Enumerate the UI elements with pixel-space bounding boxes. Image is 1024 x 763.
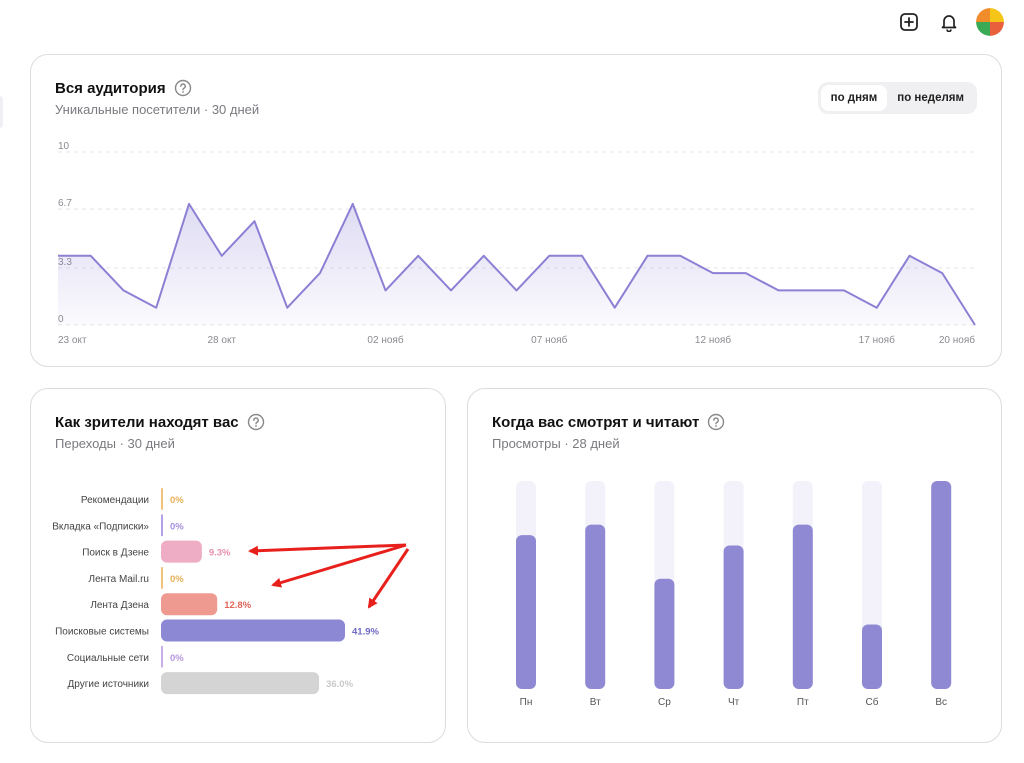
x-tick-label: 28 окт	[207, 335, 236, 346]
source-bar[interactable]	[161, 672, 320, 695]
source-label: Поиск в Дзене	[82, 548, 149, 559]
toggle-days-button[interactable]: по дням	[820, 85, 888, 111]
weekday-label: Чт	[728, 697, 740, 708]
weekday-bar[interactable]	[516, 535, 536, 689]
source-bar[interactable]	[161, 566, 163, 589]
source-label: Лента Дзена	[90, 600, 149, 611]
source-bar[interactable]	[161, 514, 163, 537]
weekday-label: Пт	[797, 697, 809, 708]
y-tick-label: 10	[58, 141, 70, 152]
weekly-subtitle: Просмотры · 28 дней	[492, 436, 620, 451]
x-tick-label: 12 нояб	[695, 334, 731, 346]
source-value-label: 41.9%	[352, 627, 379, 638]
help-circle-icon[interactable]	[174, 79, 192, 97]
avatar-slice	[990, 22, 1004, 36]
bell-icon[interactable]	[936, 9, 962, 35]
help-circle-icon[interactable]	[247, 413, 265, 431]
source-label: Социальные сети	[67, 653, 149, 664]
source-value-label: 12.8%	[224, 600, 251, 611]
weekday-bar[interactable]	[654, 578, 675, 689]
audience-area	[58, 203, 975, 325]
x-tick-label: 07 нояб	[531, 334, 567, 346]
source-label: Поисковые системы	[55, 627, 149, 638]
audience-subtitle: Уникальные посетители · 30 дней	[55, 102, 260, 117]
y-tick-label: 0	[58, 314, 64, 325]
x-tick-label: 02 нояб	[367, 334, 403, 346]
help-circle-icon[interactable]	[707, 413, 725, 431]
weekday-bar[interactable]	[862, 624, 882, 689]
weekly-title-text: Когда вас смотрят и читают	[492, 413, 700, 431]
source-value-label: 0%	[170, 653, 184, 664]
weekday-bar[interactable]	[723, 545, 744, 689]
source-value-label: 0%	[170, 495, 184, 506]
source-value-label: 0%	[170, 521, 184, 532]
source-value-label: 9.3%	[209, 548, 231, 559]
source-value-label: 0%	[170, 574, 184, 585]
avatar-slice	[976, 22, 990, 36]
audience-line	[58, 202, 976, 326]
sources-title: Как зрители находят вас	[55, 413, 265, 431]
avatar[interactable]	[976, 8, 1004, 36]
audience-card: 10 6.7 3.3 0 23 окт 28 окт 02 нояб 07 нояб 12 но…	[30, 54, 1002, 367]
source-bar[interactable]	[161, 619, 345, 642]
audience-title-text: Вся аудитория	[55, 79, 166, 97]
weekday-label: Вт	[590, 697, 601, 708]
avatar-slice	[990, 8, 1004, 22]
avatar-slice	[976, 8, 990, 22]
sources-subtitle: Переходы · 30 дней	[55, 436, 175, 451]
y-tick-label: 3.3	[58, 257, 72, 268]
weekly-card: Пн Вт Ср Чт Пт Сб Вс Когда вас смотрят и читаю…	[467, 388, 1002, 743]
x-tick-label: 23 окт	[58, 335, 87, 346]
weekday-label: Пн	[520, 697, 533, 708]
weekday-bar[interactable]	[585, 524, 606, 689]
x-tick-label: 20 нояб	[939, 334, 975, 346]
period-toggle: по дням по неделям	[817, 82, 977, 114]
source-label: Рекомендации	[81, 495, 149, 506]
weekday-label: Вс	[935, 697, 947, 708]
source-label: Другие источники	[68, 679, 149, 690]
top-toolbar	[896, 8, 1004, 36]
weekday-label: Ср	[658, 697, 671, 708]
weekday-bar[interactable]	[931, 481, 952, 689]
plus-square-icon[interactable]	[896, 9, 922, 35]
y-tick-label: 6.7	[58, 198, 72, 209]
source-bar[interactable]	[161, 540, 202, 563]
audience-title: Вся аудитория	[55, 79, 192, 97]
source-value-label: 36.0%	[326, 679, 353, 690]
weekly-title: Когда вас смотрят и читают	[492, 413, 725, 431]
source-label: Лента Mail.ru	[89, 574, 149, 585]
sources-card: Рекомендации 0% Вкладка «Подписки» 0% Поиск …	[30, 388, 446, 743]
toggle-weeks-button[interactable]: по неделям	[887, 85, 974, 111]
source-bar[interactable]	[161, 593, 218, 616]
source-bar[interactable]	[161, 645, 163, 668]
weekday-bar[interactable]	[792, 524, 813, 689]
source-label: Вкладка «Подписки»	[52, 521, 149, 532]
source-bar[interactable]	[161, 488, 163, 510]
sources-title-text: Как зрители находят вас	[55, 413, 239, 431]
sidebar-edge	[0, 96, 3, 128]
x-tick-label: 17 нояб	[859, 334, 895, 346]
weekday-label: Сб	[866, 696, 879, 708]
